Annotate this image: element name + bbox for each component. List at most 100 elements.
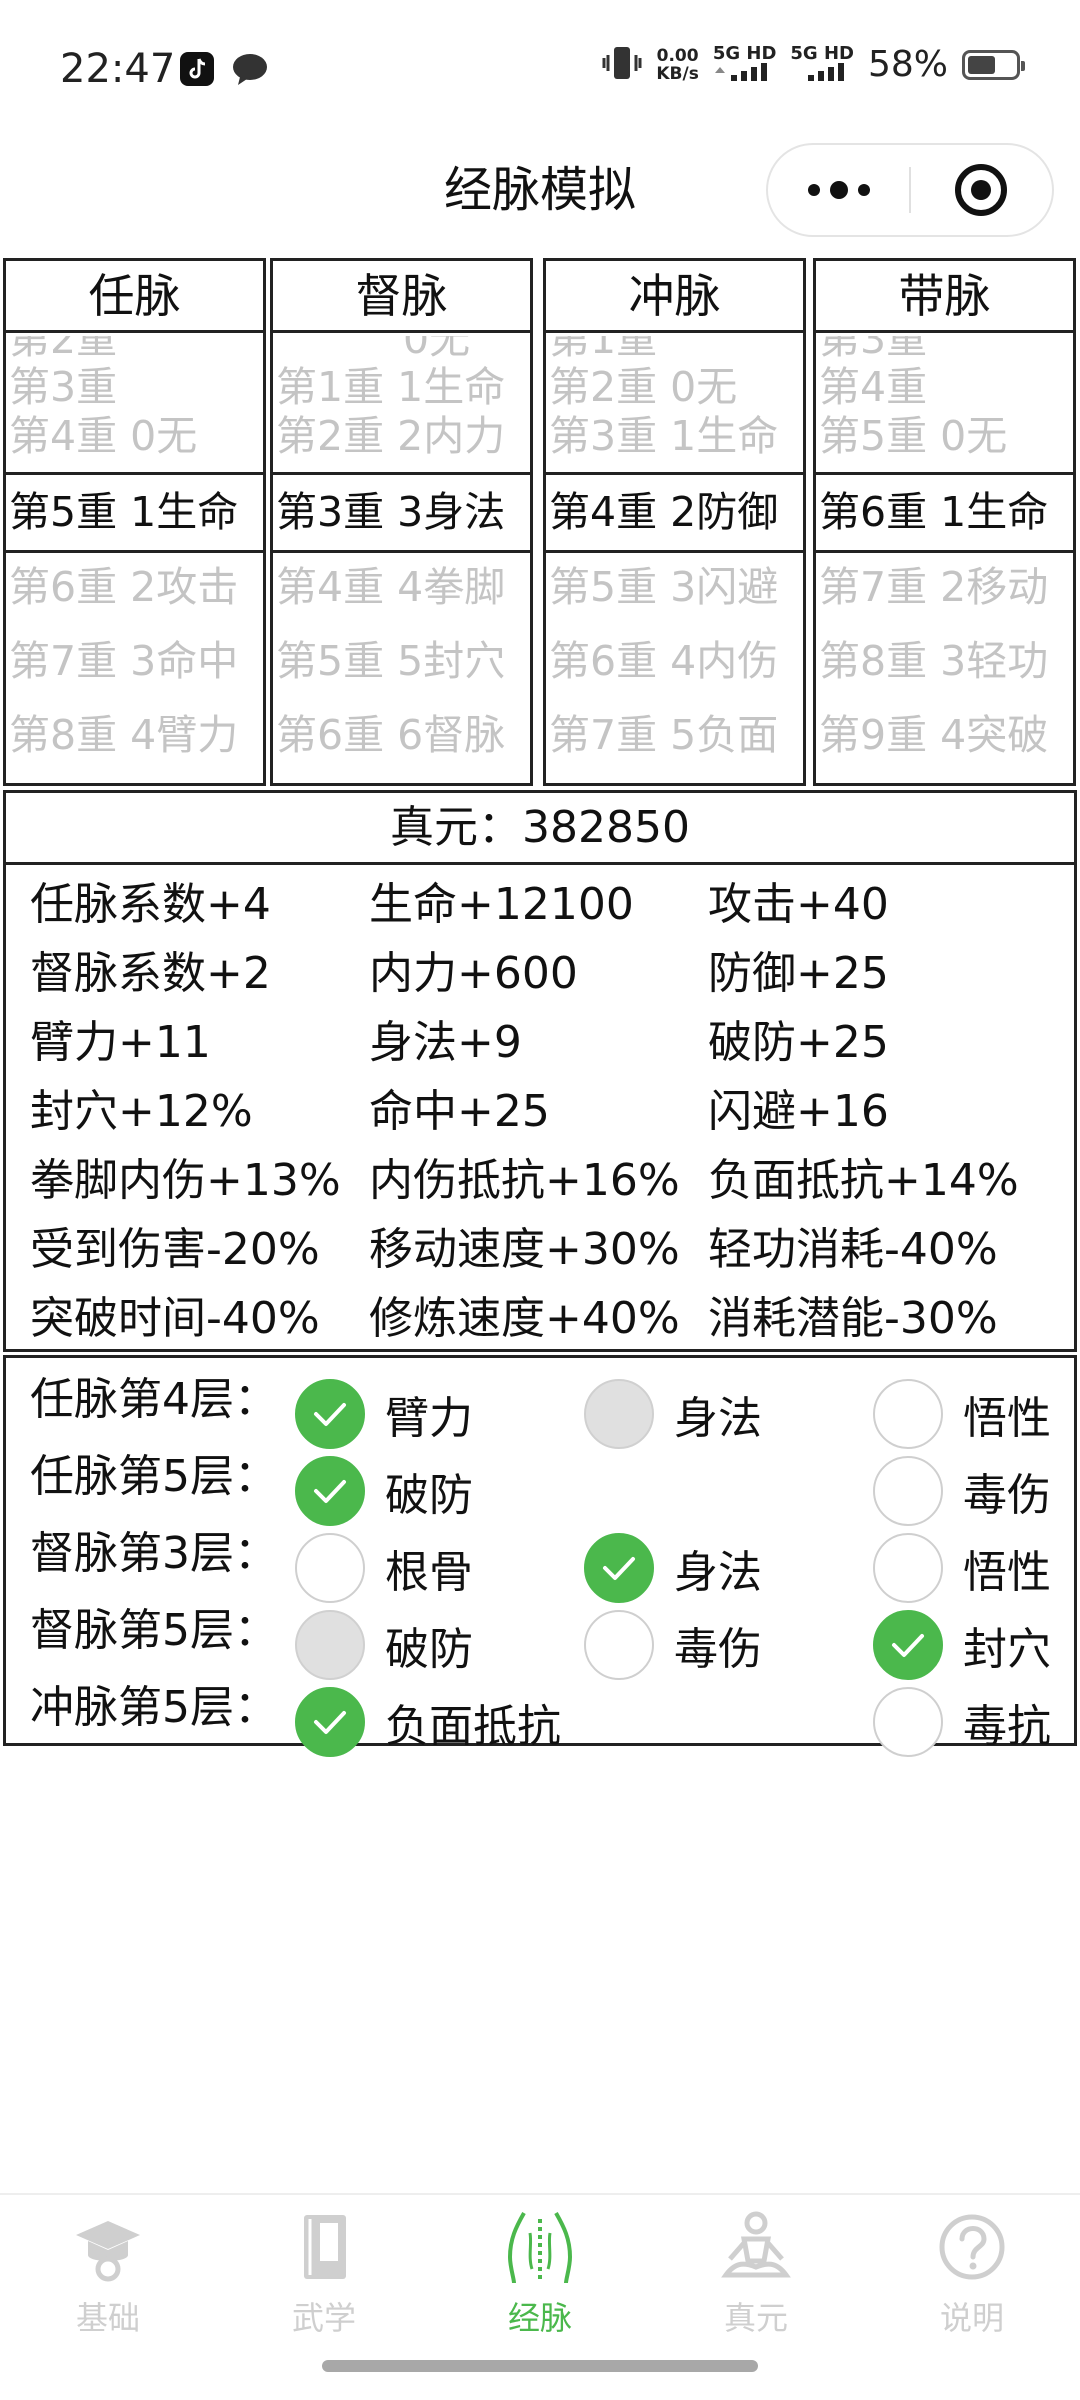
home-indicator[interactable] — [322, 2360, 758, 2372]
option-choice-label: 毒伤 — [963, 1470, 1051, 1521]
picker-selected-option[interactable]: 第3重 3身法 — [273, 475, 530, 550]
net-speed-unit: KB/s — [656, 63, 699, 84]
stat-value: 移动速度+30% — [369, 1224, 680, 1275]
picker-wheel[interactable]: 0无 第1重 1生命 第2重 2内力 第3重 3身法 第4重 4拳脚 第5重 5… — [273, 336, 530, 783]
picker-option[interactable]: 第8重 3轻功 — [816, 624, 1073, 699]
more-button[interactable] — [768, 145, 909, 235]
tab-basic[interactable]: 基础 — [0, 2209, 216, 2349]
clock: 22:47 — [60, 46, 176, 92]
picker-option[interactable]: 第5重 0无 — [816, 399, 1073, 474]
radio-checked-icon[interactable] — [295, 1379, 365, 1449]
signal-2: 5G HD — [790, 42, 854, 85]
signal-2-label: 5G HD — [790, 42, 854, 64]
option-choice[interactable]: 毒伤 — [873, 1455, 1051, 1527]
picker-wheel[interactable]: 第3重 第4重 第5重 0无 第6重 1生命 第7重 2移动 第8重 3轻功 第… — [816, 336, 1073, 783]
tiktok-icon — [180, 52, 214, 90]
radio-checked-icon[interactable] — [584, 1533, 654, 1603]
option-row-label: 督脉第3层： — [30, 1528, 278, 1579]
meditation-icon — [718, 2209, 794, 2285]
tab-label: 说明 — [939, 2299, 1004, 2337]
vibrate-icon — [602, 45, 642, 85]
tab-zhenyuan[interactable]: 真元 — [648, 2209, 864, 2349]
radio-unchecked-icon[interactable] — [873, 1687, 943, 1757]
picker-header: 任脉 — [6, 261, 263, 333]
option-choice-label: 封穴 — [963, 1624, 1051, 1675]
picker-option[interactable]: 第7重 5负面 — [546, 698, 803, 773]
picker-chongmai[interactable]: 冲脉 第1重 第2重 0无 第3重 1生命 第4重 2防御 第5重 3闪避 第6… — [543, 258, 806, 786]
option-choice[interactable]: 封穴 — [873, 1609, 1051, 1681]
picker-option[interactable]: 第6重 6督脉 — [273, 698, 530, 773]
picker-option[interactable]: 第7重 2移动 — [816, 550, 1073, 625]
tab-martial[interactable]: 武学 — [216, 2209, 432, 2349]
stat-value: 轻功消耗-40% — [708, 1224, 998, 1275]
option-choice-label: 身法 — [674, 1547, 762, 1598]
picker-option[interactable]: 第8重 4臂力 — [6, 698, 263, 773]
picker-option[interactable]: 第7重 3命中 — [6, 624, 263, 699]
option-choice[interactable]: 身法 — [584, 1532, 762, 1604]
option-choice[interactable]: 毒抗 — [873, 1686, 1051, 1758]
picker-option[interactable]: 第2重 2内力 — [273, 399, 530, 474]
more-icon-dot — [829, 181, 848, 199]
status-right: 0.00 KB/s 5G HD 5G HD 58% — [602, 42, 1025, 85]
option-choice[interactable]: 悟性 — [873, 1378, 1051, 1450]
option-choice-label: 负面抵抗 — [385, 1701, 561, 1752]
picker-dumai[interactable]: 督脉 0无 第1重 1生命 第2重 2内力 第3重 3身法 第4重 4拳脚 第5… — [270, 258, 533, 786]
radio-unchecked-icon[interactable] — [584, 1610, 654, 1680]
tab-label: 基础 — [75, 2299, 140, 2337]
picker-selected-option[interactable]: 第4重 2防御 — [546, 475, 803, 550]
radio-unchecked-icon[interactable] — [873, 1533, 943, 1603]
radio-unchecked-icon[interactable] — [873, 1456, 943, 1526]
stat-value: 内力+600 — [369, 948, 578, 999]
stat-value: 受到伤害-20% — [30, 1224, 320, 1275]
picker-header: 冲脉 — [546, 261, 803, 333]
option-choice-label: 毒伤 — [674, 1624, 762, 1675]
picker-selected-option[interactable]: 第6重 1生命 — [816, 475, 1073, 550]
close-mini-program-icon — [955, 164, 1008, 216]
picker-option[interactable]: 第5重 5封穴 — [273, 624, 530, 699]
option-choice[interactable]: 身法 — [584, 1378, 762, 1450]
close-mini-program-button[interactable] — [911, 145, 1052, 235]
stat-value: 臂力+11 — [30, 1017, 211, 1068]
layer-options-panel: 任脉第4层： 臂力 身法 悟性 任脉第5层： 破防 毒伤 督脉第3层： 根骨 身… — [3, 1355, 1077, 1757]
picker-renmai[interactable]: 任脉 第2重 第3重 第4重 0无 第5重 1生命 第6重 2攻击 第7重 3命… — [3, 258, 266, 786]
option-choice[interactable]: 悟性 — [873, 1532, 1051, 1604]
radio-disabled-icon[interactable] — [295, 1610, 365, 1680]
more-icon — [807, 184, 820, 196]
picker-option[interactable]: 第4重 0无 — [6, 399, 263, 474]
tab-meridian[interactable]: 经脉 — [432, 2209, 648, 2349]
option-choice[interactable]: 负面抵抗 — [295, 1686, 561, 1758]
stat-value: 封穴+12% — [30, 1086, 253, 1137]
radio-unchecked-icon[interactable] — [295, 1533, 365, 1603]
picker-option[interactable]: 第6重 2攻击 — [6, 550, 263, 625]
radio-unchecked-icon[interactable] — [873, 1379, 943, 1449]
book-icon — [286, 2209, 362, 2285]
option-choice-label: 身法 — [674, 1393, 762, 1444]
stat-value: 突破时间-40% — [30, 1293, 320, 1344]
stat-value: 消耗潜能-30% — [708, 1293, 998, 1344]
option-choice[interactable]: 根骨 — [295, 1532, 473, 1604]
zhenyuan-total: 真元：382850 — [6, 793, 1074, 865]
option-choice[interactable]: 破防 — [295, 1609, 473, 1681]
picker-wheel[interactable]: 第2重 第3重 第4重 0无 第5重 1生命 第6重 2攻击 第7重 3命中 第… — [6, 336, 263, 783]
option-choice[interactable]: 毒伤 — [584, 1609, 762, 1681]
picker-option[interactable]: 第4重 4拳脚 — [273, 550, 530, 625]
picker-option[interactable]: 第5重 3闪避 — [546, 550, 803, 625]
radio-checked-icon[interactable] — [873, 1610, 943, 1680]
tab-help[interactable]: 说明 — [864, 2209, 1080, 2349]
stat-value: 攻击+40 — [708, 879, 889, 930]
option-row-label: 冲脉第5层： — [30, 1682, 278, 1733]
picker-option[interactable]: 第3重 1生命 — [546, 399, 803, 474]
radio-checked-icon[interactable] — [295, 1456, 365, 1526]
stat-value: 防御+25 — [708, 948, 889, 999]
radio-checked-icon[interactable] — [295, 1687, 365, 1757]
option-choice[interactable]: 臂力 — [295, 1378, 473, 1450]
picker-selected-option[interactable]: 第5重 1生命 — [6, 475, 263, 550]
picker-wheel[interactable]: 第1重 第2重 0无 第3重 1生命 第4重 2防御 第5重 3闪避 第6重 4… — [546, 336, 803, 783]
picker-daimai[interactable]: 带脉 第3重 第4重 第5重 0无 第6重 1生命 第7重 2移动 第8重 3轻… — [813, 258, 1076, 786]
picker-option[interactable]: 第6重 4内伤 — [546, 624, 803, 699]
picker-option[interactable]: 第9重 4突破 — [816, 698, 1073, 773]
radio-disabled-icon[interactable] — [584, 1379, 654, 1449]
tab-label: 经脉 — [507, 2299, 572, 2337]
stat-value: 任脉系数+4 — [30, 879, 271, 930]
option-choice[interactable]: 破防 — [295, 1455, 473, 1527]
